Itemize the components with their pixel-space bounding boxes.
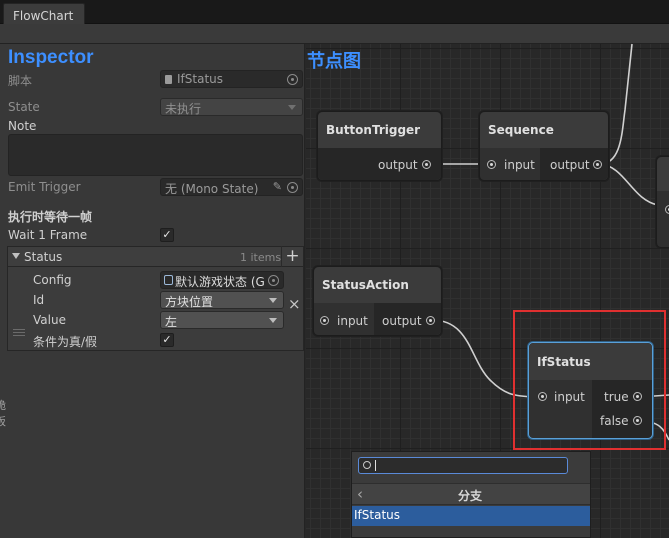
back-arrow-icon[interactable]: ‹ bbox=[357, 485, 363, 503]
popup-category-header: ‹ 分支 bbox=[352, 483, 590, 505]
category-title: 分支 bbox=[458, 489, 483, 503]
output-label: output bbox=[382, 314, 422, 328]
input-port[interactable] bbox=[320, 316, 329, 325]
node-sequence[interactable]: Sequence input output bbox=[479, 111, 609, 181]
offscreen-node[interactable] bbox=[656, 156, 669, 248]
offscreen-text-1: 脆 bbox=[0, 399, 6, 412]
annotation-highlight-box bbox=[513, 310, 666, 450]
input-label: input bbox=[337, 314, 368, 328]
output-port[interactable] bbox=[593, 160, 602, 169]
popup-search-input[interactable] bbox=[358, 457, 568, 474]
output-port[interactable] bbox=[422, 160, 431, 169]
node-button-trigger[interactable]: ButtonTrigger output bbox=[317, 111, 442, 181]
node-title: Sequence bbox=[480, 112, 608, 148]
input-port[interactable] bbox=[487, 160, 496, 169]
popup-item-ifstatus[interactable]: IfStatus bbox=[352, 506, 590, 526]
output-label: output bbox=[550, 158, 590, 172]
input-port[interactable] bbox=[665, 205, 669, 214]
output-port[interactable] bbox=[426, 316, 435, 325]
node-status-action[interactable]: StatusAction input output bbox=[313, 266, 442, 336]
text-cursor bbox=[375, 460, 376, 471]
output-label: output bbox=[378, 158, 418, 172]
search-icon bbox=[363, 461, 371, 469]
offscreen-panel-text: 脆 板 bbox=[0, 398, 8, 432]
input-label: input bbox=[504, 158, 535, 172]
node-title: ButtonTrigger bbox=[318, 112, 441, 148]
node-header bbox=[657, 157, 669, 191]
node-title: StatusAction bbox=[314, 267, 441, 303]
offscreen-text-2: 板 bbox=[0, 415, 6, 428]
